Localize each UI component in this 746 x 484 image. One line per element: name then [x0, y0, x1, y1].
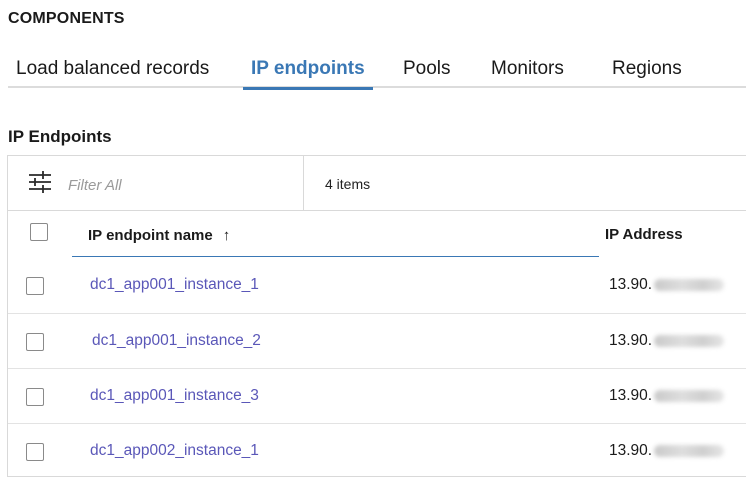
- tab-ip-endpoints[interactable]: IP endpoints: [243, 52, 373, 90]
- tab-load-balanced-records[interactable]: Load balanced records: [16, 52, 209, 88]
- redacted-ip-blur: [654, 278, 725, 291]
- redacted-ip-blur: [654, 389, 725, 402]
- ip-address: 13.90.: [609, 387, 725, 405]
- filter-sliders-icon[interactable]: [28, 170, 52, 194]
- redacted-ip-blur: [654, 444, 725, 457]
- section-title: COMPONENTS: [8, 10, 125, 27]
- tab-regions[interactable]: Regions: [612, 52, 682, 88]
- endpoints-table-panel: 4 items IP endpoint name ↑ IP Address dc1…: [7, 155, 746, 477]
- redacted-ip-blur: [654, 334, 725, 347]
- select-all-checkbox[interactable]: [30, 223, 48, 241]
- toolbar-divider: [303, 156, 304, 211]
- row-checkbox[interactable]: [26, 388, 44, 406]
- endpoint-name-link[interactable]: dc1_app001_instance_3: [90, 387, 259, 405]
- table-toolbar: 4 items: [8, 156, 746, 211]
- row-checkbox[interactable]: [26, 333, 44, 351]
- filter-input[interactable]: [68, 174, 288, 196]
- tab-bar: Load balanced records IP endpoints Pools…: [8, 52, 746, 90]
- sorted-column-underline: [72, 256, 599, 257]
- row-checkbox[interactable]: [26, 443, 44, 461]
- column-header-name-label: IP endpoint name: [88, 227, 213, 244]
- item-count: 4 items: [325, 176, 371, 192]
- table-row: dc1_app002_instance_1 13.90.: [8, 423, 746, 478]
- row-checkbox[interactable]: [26, 277, 44, 295]
- endpoint-name-link[interactable]: dc1_app002_instance_1: [90, 442, 259, 460]
- table-row: dc1_app001_instance_3 13.90.: [8, 368, 746, 423]
- sort-ascending-icon[interactable]: ↑: [223, 227, 231, 244]
- column-header-name[interactable]: IP endpoint name ↑: [88, 227, 230, 244]
- table-heading: IP Endpoints: [8, 127, 112, 146]
- tab-pools[interactable]: Pools: [403, 52, 451, 88]
- column-header-ip[interactable]: IP Address: [605, 226, 683, 243]
- ip-address: 13.90.: [609, 276, 725, 294]
- table-row: dc1_app001_instance_2 13.90.: [8, 313, 746, 368]
- table-row: dc1_app001_instance_1 13.90.: [8, 258, 746, 313]
- endpoint-name-link[interactable]: dc1_app001_instance_1: [90, 276, 259, 294]
- endpoint-name-link[interactable]: dc1_app001_instance_2: [92, 332, 261, 350]
- ip-address: 13.90.: [609, 442, 725, 460]
- tab-monitors[interactable]: Monitors: [491, 52, 564, 88]
- ip-address: 13.90.: [609, 332, 725, 350]
